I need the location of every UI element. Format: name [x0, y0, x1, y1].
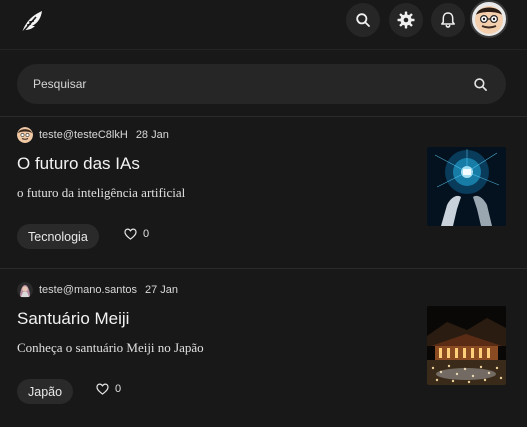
- like-count: 0: [115, 383, 122, 395]
- bell-icon: [441, 12, 455, 28]
- heart-icon: [96, 383, 109, 395]
- divider: [0, 268, 527, 269]
- notifications-button[interactable]: [431, 3, 465, 37]
- heart-icon: [124, 228, 137, 240]
- author-name[interactable]: teste@mano.santos: [39, 284, 137, 296]
- post-tag[interactable]: Japão: [17, 379, 74, 404]
- post-date: 28 Jan: [135, 129, 169, 141]
- search-input[interactable]: [33, 77, 470, 91]
- like-button[interactable]: 0: [96, 383, 121, 395]
- post-tag[interactable]: Tecnologia: [17, 224, 99, 249]
- divider: [0, 116, 527, 117]
- author-avatar[interactable]: [17, 127, 33, 143]
- settings-button[interactable]: [389, 3, 423, 37]
- like-count: 0: [143, 228, 150, 240]
- post-meta: teste@testeC8lkH 28 Jan: [17, 127, 169, 143]
- author-avatar[interactable]: [17, 282, 33, 298]
- feather-icon[interactable]: [14, 5, 48, 39]
- post-thumbnail[interactable]: [427, 306, 506, 385]
- post-title[interactable]: Santuário Meiji: [17, 309, 129, 329]
- user-avatar[interactable]: [470, 0, 508, 38]
- search-button[interactable]: [346, 3, 380, 37]
- post-card[interactable]: teste@testeC8lkH 28 Jan O futuro das IAs…: [0, 127, 527, 277]
- post-description: o futuro da inteligência artificial: [17, 185, 186, 200]
- search-icon[interactable]: [470, 74, 490, 94]
- search-bar[interactable]: [17, 64, 506, 104]
- like-button[interactable]: 0: [124, 228, 149, 240]
- top-bar: [0, 0, 527, 50]
- post-date: 27 Jan: [145, 284, 179, 296]
- post-title[interactable]: O futuro das IAs: [17, 154, 140, 174]
- post-description: Conheça o santuário Meiji no Japão: [17, 340, 204, 355]
- search-icon: [356, 13, 370, 27]
- post-card[interactable]: teste@mano.santos 27 Jan Santuário Meiji…: [0, 282, 527, 427]
- post-meta: teste@mano.santos 27 Jan: [17, 282, 178, 298]
- author-name[interactable]: teste@testeC8lkH: [39, 129, 128, 141]
- settings-gear-icon: [397, 11, 415, 29]
- post-thumbnail[interactable]: [427, 147, 506, 226]
